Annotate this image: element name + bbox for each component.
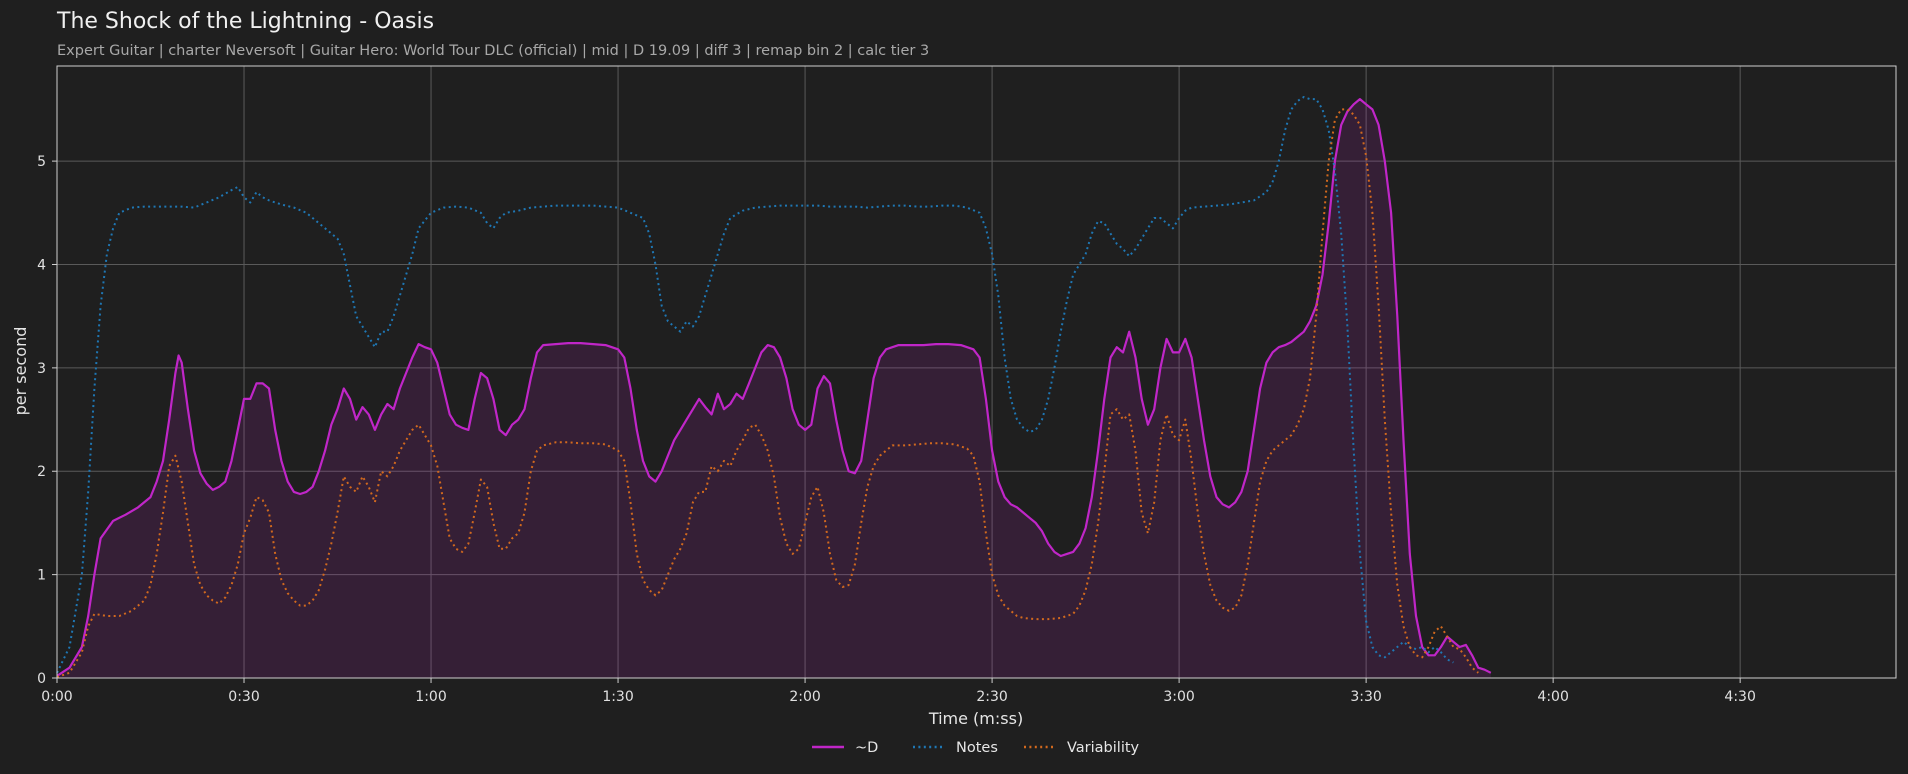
legend: ~D Notes Variability — [812, 740, 1140, 756]
x-tick-label: 2:00 — [789, 689, 820, 705]
x-axis-ticks: 0:00 0:30 1:00 1:30 2:00 2:30 3:00 3:30 4:00 4:30 — [41, 678, 1756, 705]
legend-label: Variability — [1067, 740, 1140, 756]
chart-title: The Shock of the Lightning - Oasis — [56, 9, 434, 34]
chart-canvas: The Shock of the Lightning - Oasis Exper… — [11, 9, 1897, 756]
y-tick-label: 3 — [37, 361, 46, 377]
x-tick-label: 3:30 — [1350, 689, 1381, 705]
x-tick-label: 0:00 — [41, 689, 72, 705]
legend-label: Notes — [956, 740, 998, 756]
y-tick-label: 4 — [37, 257, 46, 273]
x-axis-label: Time (m:ss) — [928, 709, 1023, 728]
x-tick-label: 4:00 — [1537, 689, 1568, 705]
y-axis-ticks: 0 1 2 3 4 5 — [37, 154, 57, 687]
x-tick-label: 1:00 — [415, 689, 446, 705]
x-tick-label: 0:30 — [228, 689, 259, 705]
y-axis-label: per second — [11, 327, 30, 416]
y-tick-label: 5 — [37, 154, 46, 170]
y-tick-label: 0 — [37, 671, 46, 687]
x-tick-label: 3:00 — [1163, 689, 1194, 705]
x-tick-label: 2:30 — [976, 689, 1007, 705]
chart-subtitle: Expert Guitar | charter Neversoft | Guit… — [57, 43, 929, 59]
series-area-~D — [57, 99, 1491, 679]
y-tick-label: 1 — [37, 568, 46, 584]
x-tick-label: 1:30 — [602, 689, 633, 705]
x-tick-label: 4:30 — [1724, 689, 1755, 705]
plot-series — [56, 96, 1492, 679]
legend-label: ~D — [855, 740, 878, 756]
y-tick-label: 2 — [37, 464, 46, 480]
